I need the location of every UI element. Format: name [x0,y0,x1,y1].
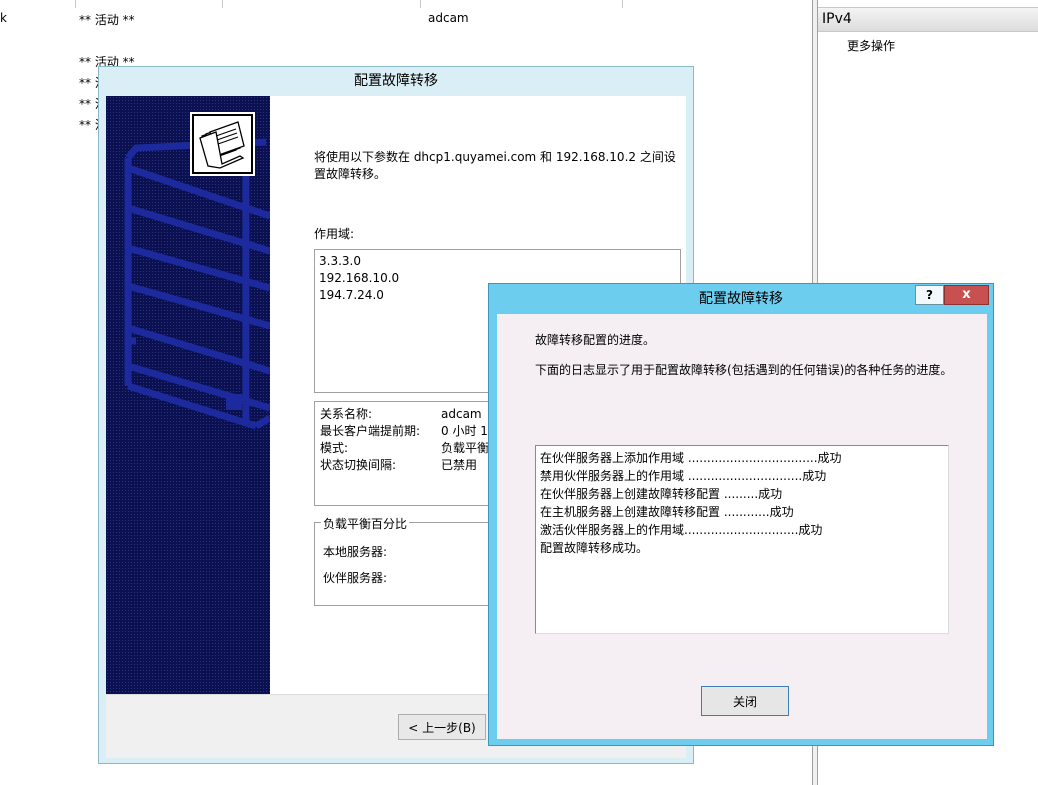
server-tower-graphic [124,138,270,430]
property-label: 模式: [320,441,349,455]
log-line: 激活伙伴服务器上的作用域............................… [540,523,823,537]
list-item-status[interactable]: ** 活动 ** [79,11,135,28]
property-label: 关系名称: [320,407,373,421]
progress-description: 下面的日志显示了用于配置故障转移(包括遇到的任何错误)的各种任务的进度。 [535,363,953,377]
property-row: 最长客户端提前期: 0 小时 1 分 [320,423,508,440]
wizard-banner [106,96,270,694]
column-separator [420,0,421,8]
local-server-label: 本地服务器: [323,545,388,559]
wizard-title: 配置故障转移 [354,73,438,89]
actions-header[interactable]: IPv4 [818,7,1038,32]
property-label: 状态切换间隔: [320,458,397,472]
property-label: 最长客户端提前期: [320,424,421,438]
log-line: 在伙伴服务器上创建故障转移配置 .........成功 [540,487,783,501]
log-line: 禁用伙伴服务器上的作用域 ...........................… [540,469,827,483]
close-icon[interactable]: x [944,285,989,305]
relationship-properties: 关系名称: adcam 最长客户端提前期: 0 小时 1 分 模式: 负载平衡 … [314,401,514,506]
progress-log[interactable]: 在伙伴服务器上添加作用域 ...........................… [535,445,949,634]
list-cell: adcam [428,11,469,25]
property-row: 模式: 负载平衡 [320,440,508,457]
property-value: 已禁用 [441,458,478,472]
failover-progress-dialog: 配置故障转移 ? x 故障转移配置的进度。 下面的日志显示了用于配置故障转移(包… [488,283,994,746]
back-button[interactable]: < 上一步(B) [398,714,486,740]
wizard-description: 将使用以下参数在 dhcp1.quyamei.com 和 192.168.10.… [314,150,676,181]
help-button[interactable]: ? [915,285,944,305]
property-value: adcam [441,407,482,421]
column-separator [222,0,223,8]
partner-server-label: 伙伴服务器: [323,571,388,585]
log-line: 在伙伴服务器上添加作用域 ...........................… [540,451,842,465]
scope-label: 作用域: [314,227,355,241]
dialog-body: 故障转移配置的进度。 下面的日志显示了用于配置故障转移(包括遇到的任何错误)的各… [497,314,987,739]
column-separator [75,0,76,8]
more-actions-link[interactable]: 更多操作 [847,37,895,54]
close-button[interactable]: 关闭 [701,686,789,716]
list-cell: k [0,11,7,25]
log-line: 在主机服务器上创建故障转移配置 ............成功 [540,505,794,519]
group-legend: 负载平衡百分比 [321,515,410,532]
column-separator [622,0,623,8]
folder-documents-icon [190,112,255,176]
log-line: 配置故障转移成功。 [540,541,649,555]
property-row: 关系名称: adcam [320,406,508,423]
property-value: 负载平衡 [441,441,490,455]
property-row: 状态切换间隔: 已禁用 [320,457,508,474]
list-item[interactable]: 3.3.3.0 [319,253,676,270]
load-balance-group: 负载平衡百分比 本地服务器: 伙伴服务器: [314,515,514,606]
progress-heading: 故障转移配置的进度。 [535,333,656,347]
